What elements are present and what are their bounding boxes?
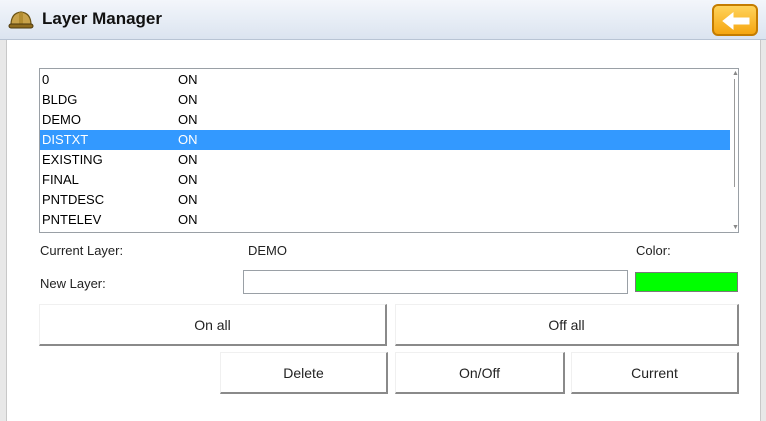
layer-name: PNTELEV	[42, 212, 102, 227]
layer-state: ON	[178, 112, 198, 127]
layer-row[interactable]: BLDG ON	[40, 90, 730, 110]
layer-row[interactable]: DEMO ON	[40, 110, 730, 130]
layer-row[interactable]: EXISTING ON	[40, 150, 730, 170]
layer-state: ON	[178, 132, 198, 147]
layer-list[interactable]: 0 ON BLDG ON DEMO ON DISTXT ON EXISTING ON FINAL ON…	[39, 68, 739, 233]
layer-row[interactable]: 0 ON	[40, 70, 730, 90]
layer-row[interactable]: PNTDESC ON	[40, 190, 730, 210]
current-layer-value: DEMO	[248, 243, 287, 258]
window-frame-left	[0, 40, 7, 421]
new-layer-input[interactable]	[243, 270, 628, 294]
layer-row[interactable]: PNTELEV ON	[40, 210, 730, 230]
layer-state: ON	[178, 172, 198, 187]
current-layer-label: Current Layer:	[40, 243, 124, 258]
new-layer-label: New Layer:	[40, 276, 106, 291]
layer-state: ON	[178, 72, 198, 87]
on-all-button[interactable]: On all	[39, 304, 387, 346]
back-arrow-icon	[722, 11, 750, 31]
color-label: Color:	[636, 243, 671, 258]
scroll-thumb[interactable]	[734, 79, 735, 187]
window-frame-right	[760, 40, 766, 421]
layer-name: FINAL	[42, 172, 79, 187]
layer-name: DEMO	[42, 112, 81, 127]
back-button[interactable]	[712, 4, 758, 36]
scrollbar[interactable]: ▲ ▼	[731, 69, 738, 232]
hard-hat-icon	[8, 8, 34, 32]
title-bar: Layer Manager	[0, 0, 766, 40]
current-button[interactable]: Current	[571, 352, 739, 394]
layer-name: BLDG	[42, 92, 78, 107]
color-swatch[interactable]	[635, 272, 738, 292]
window-title: Layer Manager	[42, 9, 162, 28]
layer-state: ON	[178, 152, 198, 167]
scroll-down-arrow-icon[interactable]: ▼	[732, 224, 738, 231]
layer-name: EXISTING	[42, 152, 103, 167]
delete-button[interactable]: Delete	[220, 352, 388, 394]
layer-name: PNTDESC	[42, 192, 105, 207]
layer-name: 0	[42, 72, 50, 87]
layer-row[interactable]: DISTXT ON	[40, 130, 730, 150]
layer-row[interactable]: FINAL ON	[40, 170, 730, 190]
layer-state: ON	[178, 212, 198, 227]
on-off-button[interactable]: On/Off	[395, 352, 565, 394]
scroll-up-arrow-icon[interactable]: ▲	[732, 70, 738, 77]
layer-name: DISTXT	[42, 132, 89, 147]
layer-state: ON	[178, 92, 198, 107]
layer-state: ON	[178, 192, 198, 207]
off-all-button[interactable]: Off all	[395, 304, 739, 346]
